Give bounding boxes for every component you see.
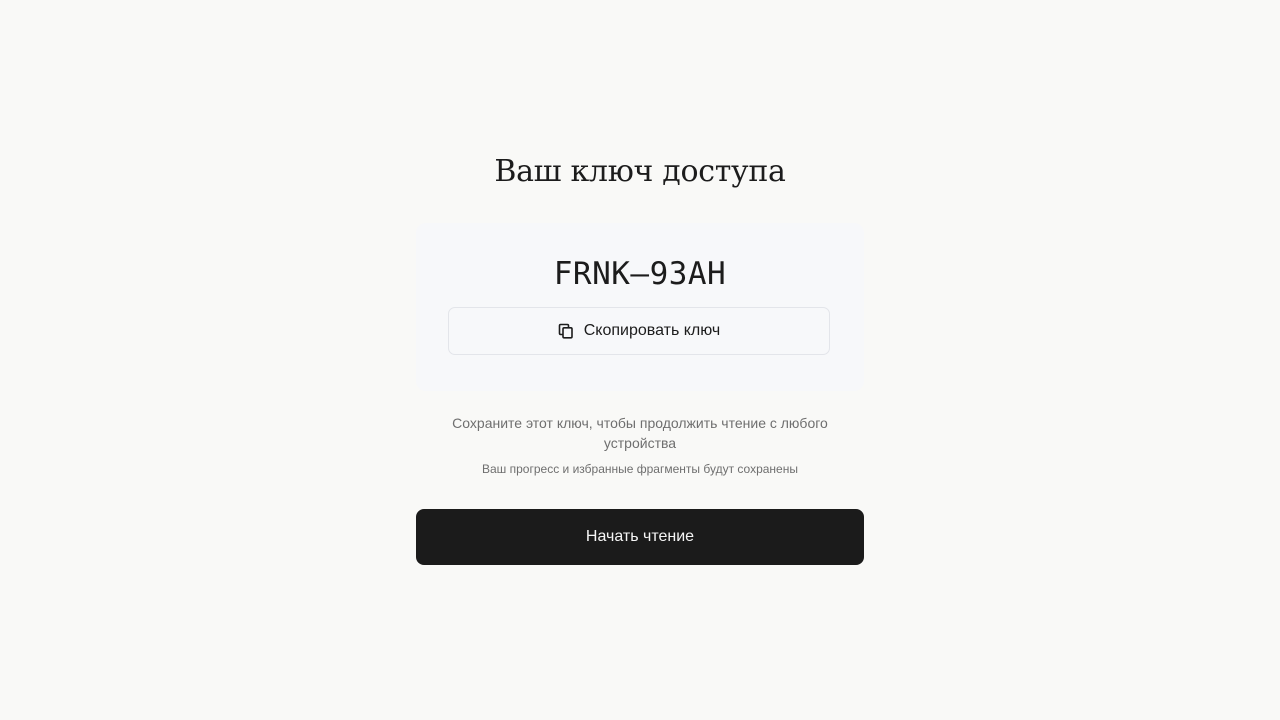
access-key-page: Ваш ключ доступа FRNK–93AH Скопировать к…	[0, 0, 1280, 720]
page-title: Ваш ключ доступа	[494, 154, 786, 189]
save-key-hint: Сохраните этот ключ, чтобы продолжить чт…	[452, 415, 828, 451]
copy-icon	[558, 323, 574, 339]
access-key-card: FRNK–93AH Скопировать ключ	[416, 223, 864, 391]
copy-key-button[interactable]: Скопировать ключ	[448, 307, 830, 355]
access-key-value: FRNK–93AH	[553, 256, 727, 292]
start-reading-label: Начать чтение	[585, 528, 695, 545]
copy-key-label: Скопировать ключ	[583, 322, 721, 339]
progress-saved-note: Ваш прогресс и избранные фрагменты будут…	[482, 462, 798, 476]
start-reading-button[interactable]: Начать чтение	[416, 509, 864, 565]
